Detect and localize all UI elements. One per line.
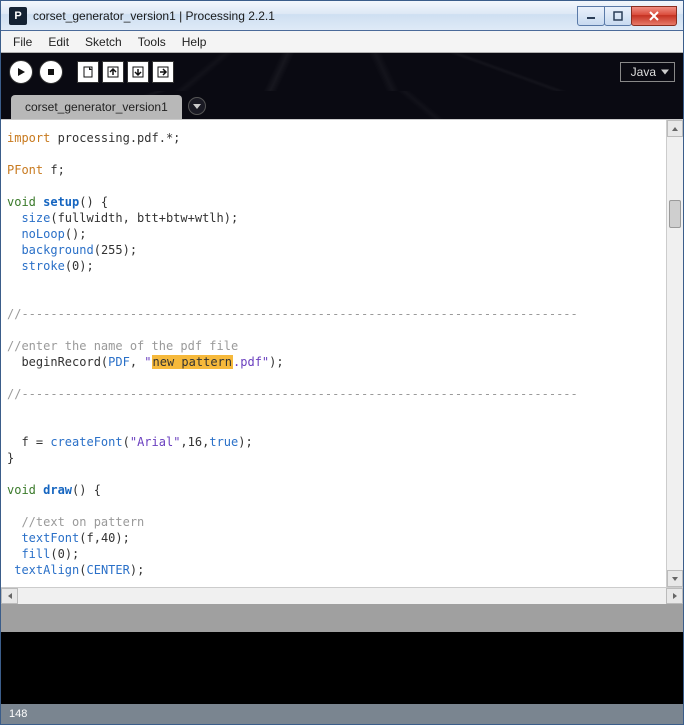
editor-area: import processing.pdf.*; PFont f; void s… [1,119,683,724]
scroll-thumb[interactable] [669,200,681,228]
new-button[interactable] [77,61,99,83]
scroll-right-button[interactable] [666,588,683,604]
scroll-up-button[interactable] [667,120,683,137]
play-icon [16,67,26,77]
titlebar[interactable]: P corset_generator_version1 | Processing… [1,1,683,31]
save-button[interactable] [127,61,149,83]
scroll-left-button[interactable] [1,588,18,604]
close-button[interactable] [631,6,677,26]
status-bar: 148 [1,704,683,724]
save-arrow-down-icon [131,65,145,79]
vertical-scrollbar[interactable] [666,120,683,587]
new-file-icon [81,65,95,79]
export-button[interactable] [152,61,174,83]
console-output[interactable] [1,632,683,704]
sketch-tab[interactable]: corset_generator_version1 [11,95,182,119]
horizontal-scrollbar[interactable] [1,587,683,604]
stop-icon [46,67,56,77]
scroll-down-button[interactable] [667,570,683,587]
app-icon: P [9,7,27,25]
app-window: P corset_generator_version1 | Processing… [0,0,684,725]
export-arrow-right-icon [156,65,170,79]
run-button[interactable] [9,60,33,84]
maximize-button[interactable] [604,6,632,26]
stop-button[interactable] [39,60,63,84]
message-area [1,604,683,632]
mode-selector[interactable]: Java [620,62,675,82]
toolbar: Java [1,53,683,91]
window-controls [578,6,677,26]
menu-help[interactable]: Help [174,33,215,51]
menu-sketch[interactable]: Sketch [77,33,130,51]
menu-file[interactable]: File [5,33,40,51]
open-arrow-up-icon [106,65,120,79]
menu-tools[interactable]: Tools [130,33,174,51]
menu-bar: File Edit Sketch Tools Help [1,31,683,53]
menu-edit[interactable]: Edit [40,33,77,51]
line-number: 148 [9,708,27,720]
minimize-button[interactable] [577,6,605,26]
open-button[interactable] [102,61,124,83]
tab-bar: corset_generator_version1 [1,91,683,119]
code-editor[interactable]: import processing.pdf.*; PFont f; void s… [1,120,666,587]
tab-dropdown-button[interactable] [188,97,206,115]
window-title: corset_generator_version1 | Processing 2… [33,9,578,23]
